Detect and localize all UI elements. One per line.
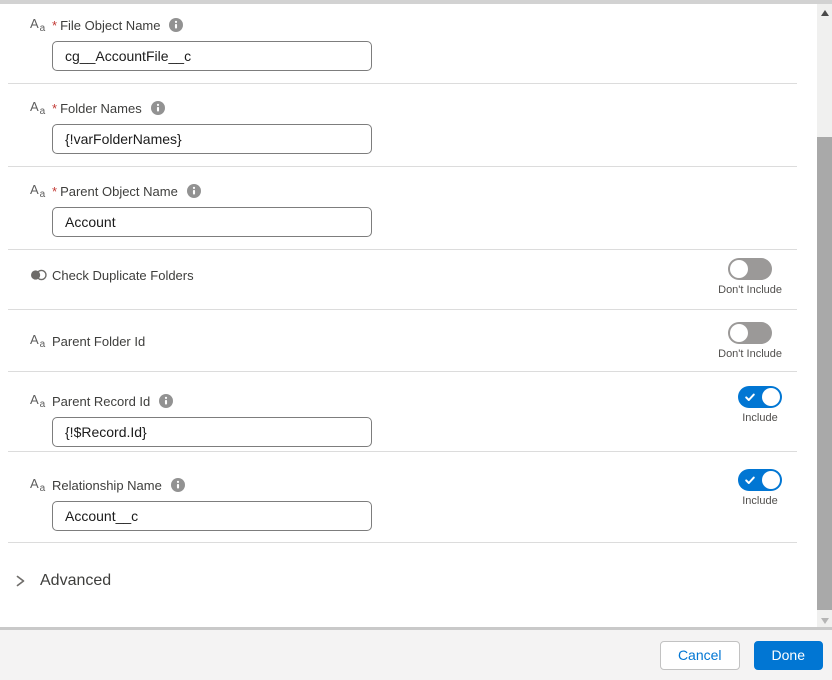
footer-action-bar: Cancel Done	[0, 630, 832, 680]
advanced-section-toggle[interactable]: Advanced	[8, 543, 797, 626]
field-row-parent-object-name: Aa * Parent Object Name	[8, 167, 797, 250]
toggle-parent-record-id[interactable]: Include	[738, 386, 782, 424]
check-icon	[744, 391, 756, 403]
text-type-icon: Aa	[30, 393, 52, 409]
required-asterisk: *	[52, 184, 57, 199]
text-type-icon: Aa	[30, 477, 52, 493]
info-icon[interactable]	[159, 394, 173, 408]
text-type-icon: Aa	[30, 100, 52, 116]
toggle-state-label: Include	[742, 412, 777, 424]
file-object-name-input[interactable]	[52, 41, 372, 71]
scroll-up-arrow-icon[interactable]	[821, 10, 829, 16]
vertical-scrollbar[interactable]	[817, 4, 832, 630]
flow-action-config-panel: Aa * File Object Name Aa * Folder Names	[0, 0, 832, 680]
scroll-down-arrow-icon[interactable]	[821, 618, 829, 624]
check-icon	[744, 474, 756, 486]
field-row-folder-names: Aa * Folder Names	[8, 84, 797, 167]
toggle-knob	[730, 260, 748, 278]
field-label: Folder Names	[60, 101, 142, 116]
parent-object-name-input[interactable]	[52, 207, 372, 237]
boolean-type-icon	[30, 269, 52, 281]
info-icon[interactable]	[187, 184, 201, 198]
relationship-name-input[interactable]	[52, 501, 372, 531]
toggle-state-label: Don't Include	[718, 284, 782, 296]
toggle-switch-on[interactable]	[738, 386, 782, 408]
required-asterisk: *	[52, 101, 57, 116]
field-label: Parent Folder Id	[52, 334, 145, 349]
info-icon[interactable]	[169, 18, 183, 32]
toggle-check-duplicate-folders[interactable]: Don't Include	[718, 258, 782, 296]
toggle-knob	[730, 324, 748, 342]
toggle-switch-off[interactable]	[728, 258, 772, 280]
cancel-button[interactable]: Cancel	[660, 641, 740, 670]
field-label: Relationship Name	[52, 478, 162, 493]
toggle-knob	[762, 471, 780, 489]
toggle-relationship-name[interactable]: Include	[738, 469, 782, 507]
text-type-icon: Aa	[30, 17, 52, 33]
field-row-check-duplicate-folders: Check Duplicate Folders Don't Include	[8, 250, 797, 310]
input-values-form: Aa * File Object Name Aa * Folder Names	[8, 4, 797, 626]
toggle-state-label: Include	[742, 495, 777, 507]
field-label: Check Duplicate Folders	[52, 268, 194, 283]
text-type-icon: Aa	[30, 333, 52, 349]
folder-names-input[interactable]	[52, 124, 372, 154]
info-icon[interactable]	[171, 478, 185, 492]
done-button[interactable]: Done	[754, 641, 823, 670]
info-icon[interactable]	[151, 101, 165, 115]
text-type-icon: Aa	[30, 183, 52, 199]
toggle-parent-folder-id[interactable]: Don't Include	[718, 322, 782, 360]
toggle-knob	[762, 388, 780, 406]
scrollbar-thumb[interactable]	[817, 137, 832, 610]
field-label: File Object Name	[60, 18, 160, 33]
field-label: Parent Record Id	[52, 394, 150, 409]
parent-record-id-input[interactable]	[52, 417, 372, 447]
field-row-parent-record-id: Aa Parent Record Id Include	[8, 372, 797, 452]
toggle-switch-off[interactable]	[728, 322, 772, 344]
toggle-state-label: Don't Include	[718, 348, 782, 360]
chevron-right-icon	[14, 574, 27, 588]
toggle-switch-on[interactable]	[738, 469, 782, 491]
field-row-file-object-name: Aa * File Object Name	[8, 4, 797, 84]
field-row-parent-folder-id: Aa Parent Folder Id Don't Include	[8, 310, 797, 372]
required-asterisk: *	[52, 18, 57, 33]
field-row-relationship-name: Aa Relationship Name Include	[8, 452, 797, 543]
field-label: Parent Object Name	[60, 184, 178, 199]
advanced-section-label: Advanced	[40, 572, 111, 590]
